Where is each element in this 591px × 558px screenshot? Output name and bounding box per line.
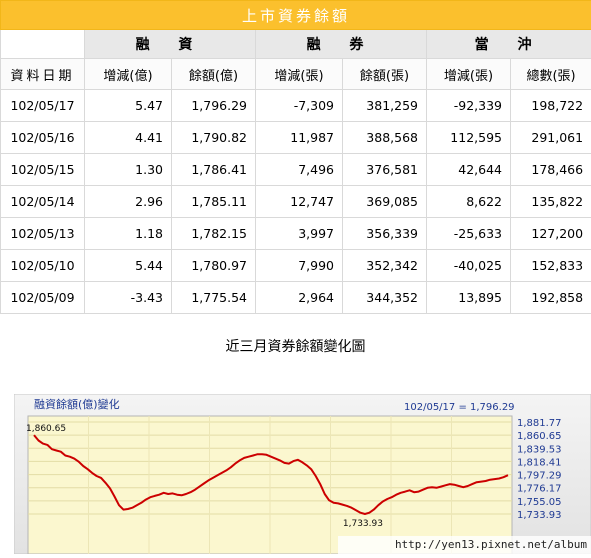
y-tick-label: 1,797.29 (517, 471, 562, 482)
row-date-cell: 102/05/17 (1, 90, 85, 122)
row-value-cell: 178,466 (511, 154, 591, 186)
row-value-cell: 192,858 (511, 282, 591, 314)
row-value-cell: 12,747 (256, 186, 343, 218)
table-title: 上市資券餘額 (1, 1, 591, 30)
chart-svg: 融資餘額(億)變化 102/05/17 = 1,796.29 1,881.77 1… (14, 394, 591, 554)
row-date-cell: 102/05/16 (1, 122, 85, 154)
col-header-short-balance: 餘額(張) (343, 59, 427, 90)
row-value-cell: -25,633 (427, 218, 511, 250)
row-value-cell: 198,722 (511, 90, 591, 122)
row-value-cell: 1,796.29 (172, 90, 256, 122)
row-value-cell: 42,644 (427, 154, 511, 186)
group-short-selling: 融 券 (256, 30, 427, 59)
margin-balance-table: 上市資券餘額 融 資 融 券 當 沖 資料日期 增減(億) 餘額(億) 增減(張… (0, 0, 591, 314)
row-date-cell: 102/05/09 (1, 282, 85, 314)
row-value-cell: 1,782.15 (172, 218, 256, 250)
group-financing: 融 資 (85, 30, 256, 59)
row-value-cell: 112,595 (427, 122, 511, 154)
table-row: 102/05/105.441,780.977,990352,342-40,025… (1, 250, 591, 282)
row-value-cell: 5.47 (85, 90, 172, 122)
row-value-cell: 5.44 (85, 250, 172, 282)
row-value-cell: 3,997 (256, 218, 343, 250)
row-value-cell: 135,822 (511, 186, 591, 218)
table-row: 102/05/09-3.431,775.542,964344,35213,895… (1, 282, 591, 314)
col-header-date: 資料日期 (1, 59, 85, 90)
chart-title: 融資餘額(億)變化 (34, 397, 120, 411)
row-value-cell: 152,833 (511, 250, 591, 282)
y-tick-label: 1,839.53 (517, 444, 562, 455)
row-value-cell: 1.30 (85, 154, 172, 186)
row-value-cell: 7,496 (256, 154, 343, 186)
row-value-cell: 11,987 (256, 122, 343, 154)
row-value-cell: 1,785.11 (172, 186, 256, 218)
y-tick-label: 1,881.77 (517, 418, 562, 429)
table-row: 102/05/175.471,796.29-7,309381,259-92,33… (1, 90, 591, 122)
margin-chart: 融資餘額(億)變化 102/05/17 = 1,796.29 1,881.77 1… (14, 394, 591, 554)
row-value-cell: 127,200 (511, 218, 591, 250)
row-value-cell: 8,622 (427, 186, 511, 218)
col-header-fin-balance: 餘額(億) (172, 59, 256, 90)
row-value-cell: -7,309 (256, 90, 343, 122)
group-day-trading: 當 沖 (427, 30, 591, 59)
col-header-short-change: 增減(張) (256, 59, 343, 90)
row-value-cell: 7,990 (256, 250, 343, 282)
row-value-cell: 4.41 (85, 122, 172, 154)
row-value-cell: 352,342 (343, 250, 427, 282)
row-date-cell: 102/05/10 (1, 250, 85, 282)
row-value-cell: 1,786.41 (172, 154, 256, 186)
min-annotation: 1,733.93 (343, 519, 383, 529)
row-value-cell: -92,339 (427, 90, 511, 122)
row-date-cell: 102/05/15 (1, 154, 85, 186)
y-tick-label: 1,860.65 (517, 431, 562, 442)
row-value-cell: -40,025 (427, 250, 511, 282)
y-tick-label: 1,755.05 (517, 497, 562, 508)
watermark: http://yen13.pixnet.net/album (338, 536, 591, 554)
row-value-cell: 1,790.82 (172, 122, 256, 154)
row-value-cell: 344,352 (343, 282, 427, 314)
y-tick-label: 1,818.41 (517, 457, 562, 468)
row-value-cell: 1,775.54 (172, 282, 256, 314)
row-value-cell: 356,339 (343, 218, 427, 250)
chart-caption: 近三月資券餘額變化圖 (0, 336, 591, 356)
row-value-cell: 13,895 (427, 282, 511, 314)
row-value-cell: 1.18 (85, 218, 172, 250)
row-value-cell: 369,085 (343, 186, 427, 218)
row-value-cell: 376,581 (343, 154, 427, 186)
row-date-cell: 102/05/13 (1, 218, 85, 250)
row-value-cell: 2,964 (256, 282, 343, 314)
table-row: 102/05/142.961,785.1112,747369,0858,6221… (1, 186, 591, 218)
group-blank-cell (1, 30, 85, 59)
table-row: 102/05/164.411,790.8211,987388,568112,59… (1, 122, 591, 154)
y-tick-label: 1,776.17 (517, 484, 562, 495)
col-header-day-change: 增減(張) (427, 59, 511, 90)
row-date-cell: 102/05/14 (1, 186, 85, 218)
row-value-cell: 291,061 (511, 122, 591, 154)
row-value-cell: 381,259 (343, 90, 427, 122)
max-annotation: 1,860.65 (26, 424, 66, 434)
chart-status: 102/05/17 = 1,796.29 (404, 402, 515, 413)
y-tick-label: 1,733.93 (517, 510, 562, 521)
row-value-cell: 2.96 (85, 186, 172, 218)
row-value-cell: 1,780.97 (172, 250, 256, 282)
table-row: 102/05/151.301,786.417,496376,58142,6441… (1, 154, 591, 186)
row-value-cell: 388,568 (343, 122, 427, 154)
row-value-cell: -3.43 (85, 282, 172, 314)
col-header-fin-change: 增減(億) (85, 59, 172, 90)
col-header-day-total: 總數(張) (511, 59, 591, 90)
table-row: 102/05/131.181,782.153,997356,339-25,633… (1, 218, 591, 250)
